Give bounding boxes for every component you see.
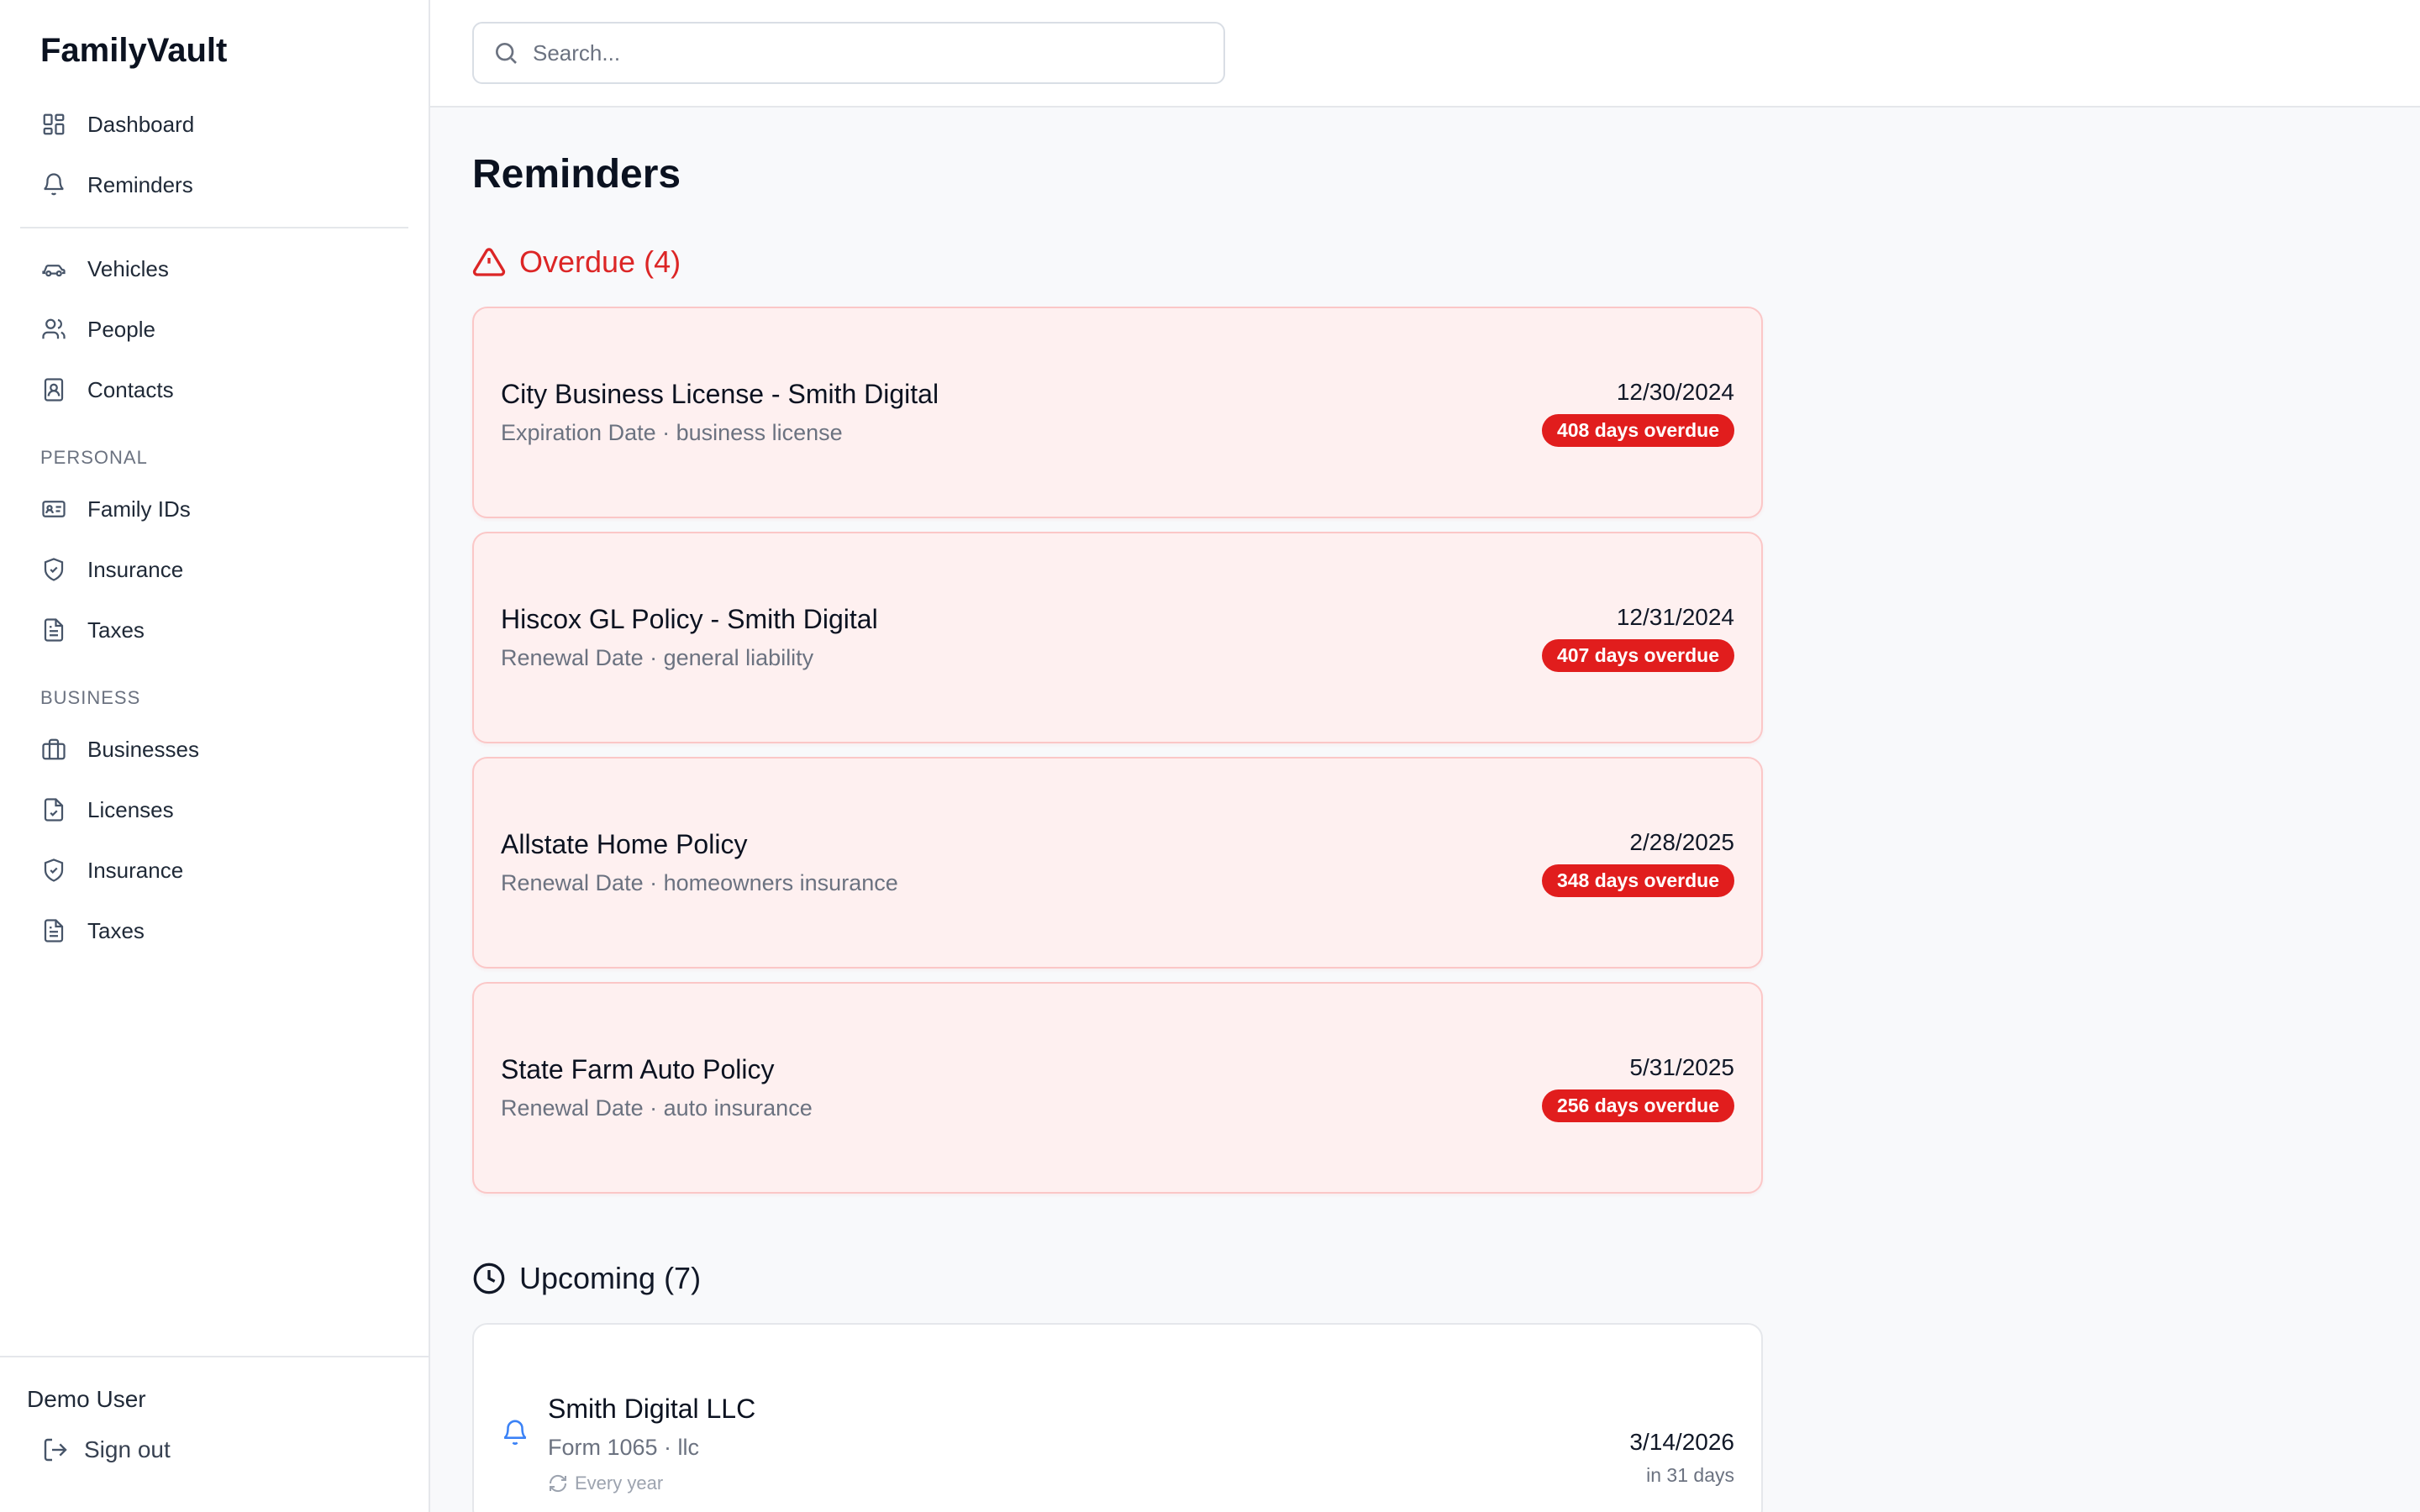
overdue-badge: 408 days overdue: [1541, 413, 1734, 447]
reminder-date: 2/28/2025: [1629, 828, 1734, 855]
page-title: Reminders: [472, 152, 681, 197]
overdue-heading-label: Overdue (4): [519, 244, 681, 279]
upcoming-heading: Upcoming (7): [472, 1261, 1763, 1296]
overdue-badge: 256 days overdue: [1541, 1089, 1734, 1122]
recurrence: Every year: [548, 1473, 755, 1494]
bell-icon: [503, 1420, 527, 1445]
main-area: Reminders Overdue (4) City Business Lice…: [430, 0, 2420, 1512]
recurrence-label: Every year: [575, 1473, 664, 1494]
app-title: FamilyVault: [40, 32, 228, 69]
repeat-icon: [549, 1474, 567, 1493]
reminder-date: 12/30/2024: [1616, 378, 1734, 405]
reminder-title: Allstate Home Policy: [501, 829, 748, 859]
upcoming-heading-label: Upcoming (7): [519, 1261, 702, 1295]
search-box[interactable]: [472, 22, 1225, 84]
reminder-card-overdue[interactable]: State Farm Auto Policy Renewal Date · au…: [472, 982, 1763, 1194]
overdue-badge: 348 days overdue: [1541, 864, 1734, 897]
reminder-title: Hiscox GL Policy - Smith Digital: [501, 604, 878, 634]
clock-icon: [473, 1263, 505, 1294]
top-bar: [430, 0, 2420, 108]
reminder-date: 5/31/2025: [1629, 1053, 1734, 1080]
reminder-subtitle: Renewal Date · general liability: [501, 645, 814, 670]
reminder-date: 12/31/2024: [1616, 603, 1734, 630]
reminder-date: 3/14/2026: [1629, 1429, 1734, 1455]
overdue-heading: Overdue (4): [472, 244, 1763, 280]
reminder-card-upcoming[interactable]: Smith Digital LLC Form 1065 · llc Every …: [472, 1323, 1763, 1512]
reminder-card-overdue[interactable]: City Business License - Smith Digital Ex…: [472, 307, 1763, 518]
reminder-card-overdue[interactable]: Hiscox GL Policy - Smith Digital Renewal…: [472, 532, 1763, 743]
overdue-badge: 407 days overdue: [1541, 638, 1734, 672]
reminder-subtitle: Renewal Date · homeowners insurance: [501, 870, 898, 895]
reminder-subtitle: Expiration Date · business license: [501, 420, 843, 445]
search-input[interactable]: [533, 39, 1188, 66]
reminders-content: Reminders Overdue (4) City Business Lice…: [0, 108, 1763, 1512]
reminder-subtitle: Renewal Date · auto insurance: [501, 1095, 813, 1121]
reminder-title: Smith Digital LLC: [548, 1394, 756, 1424]
reminder-card-overdue[interactable]: Allstate Home Policy Renewal Date · home…: [472, 757, 1763, 969]
warning-triangle-icon: [472, 248, 506, 276]
reminder-title: City Business License - Smith Digital: [501, 379, 939, 409]
relative-date: in 31 days: [1646, 1464, 1734, 1486]
reminder-subtitle: Form 1065 · llc: [548, 1435, 700, 1460]
reminder-title: State Farm Auto Policy: [501, 1054, 775, 1084]
search-icon: [496, 43, 517, 64]
